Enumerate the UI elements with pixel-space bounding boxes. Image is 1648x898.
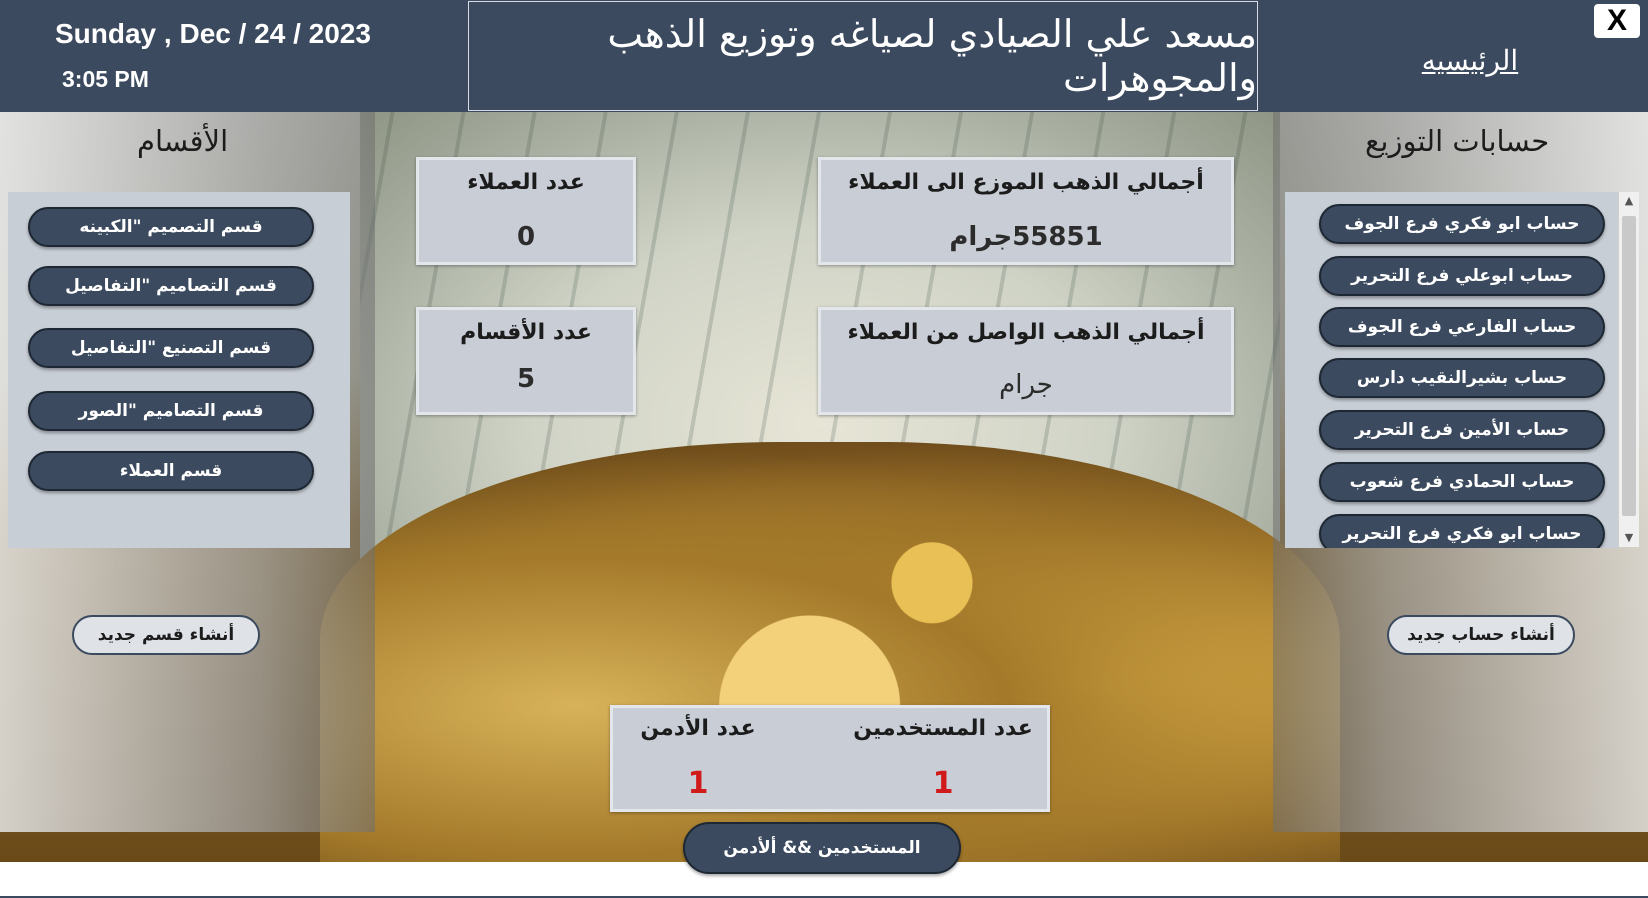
sections-list-panel: قسم التصميم "الكبينه قسم التصاميم "التفا…: [8, 192, 350, 548]
gold-distributed-card: أجمالي الذهب الموزع الى العملاء 55851جرا…: [818, 157, 1234, 265]
section-item[interactable]: قسم العملاء: [28, 451, 314, 491]
section-item[interactable]: قسم التصنيع "التفاصيل: [28, 328, 314, 368]
app-title: مسعد علي الصيادي لصياغه وتوزيع الذهب وال…: [468, 1, 1258, 111]
gold-distributed-label: أجمالي الذهب الموزع الى العملاء: [848, 170, 1204, 195]
scroll-down-arrow-icon[interactable]: ▼: [1619, 529, 1639, 547]
section-item[interactable]: قسم التصاميم "التفاصيل: [28, 266, 314, 306]
account-item[interactable]: حساب الأمين فرع التحرير: [1319, 410, 1605, 450]
users-count-label: عدد المستخدمين: [853, 716, 1033, 741]
scroll-up-arrow-icon[interactable]: ▲: [1619, 192, 1639, 210]
account-item[interactable]: حساب بشيرالنقيب دارس: [1319, 358, 1605, 398]
section-item[interactable]: قسم التصميم "الكبينه: [28, 207, 314, 247]
admins-count-label: عدد الأدمن: [640, 716, 756, 741]
account-item[interactable]: حساب ابو فكري فرع التحرير: [1319, 514, 1605, 548]
sections-title: الأقسام: [137, 124, 229, 158]
sections-count-label: عدد الأقسام: [460, 320, 592, 345]
account-item[interactable]: حساب ابو فكري فرع الجوف: [1319, 204, 1605, 244]
gold-distributed-value: 55851جرام: [949, 222, 1103, 252]
sections-count-card: عدد الأقسام 5: [416, 307, 636, 415]
users-count-value: 1: [932, 766, 954, 801]
current-time: 3:05 PM: [62, 66, 149, 92]
clients-count-label: عدد العملاء: [467, 170, 585, 195]
accounts-title: حسابات التوزيع: [1365, 124, 1550, 158]
gold-received-value: جرام: [999, 370, 1053, 400]
sections-count-value: 5: [516, 364, 536, 394]
account-item[interactable]: حساب الفارعي فرع الجوف: [1319, 307, 1605, 347]
admins-count-value: 1: [687, 766, 709, 801]
section-item[interactable]: قسم التصاميم "الصور: [28, 391, 314, 431]
accounts-list-panel: حساب ابو فكري فرع الجوف حساب ابوعلي فرع …: [1285, 192, 1618, 548]
account-item[interactable]: حساب الحمادي فرع شعوب: [1319, 462, 1605, 502]
header-bar: Sunday , Dec / 24 / 2023 3:05 PM مسعد عل…: [0, 0, 1648, 112]
account-item[interactable]: حساب ابوعلي فرع التحرير: [1319, 256, 1605, 296]
gold-received-label: أجمالي الذهب الواصل من العملاء: [847, 320, 1205, 345]
new-account-button[interactable]: أنشاء حساب جديد: [1387, 615, 1575, 655]
current-date: Sunday , Dec / 24 / 2023: [55, 18, 371, 49]
gold-received-card: أجمالي الذهب الواصل من العملاء جرام: [818, 307, 1234, 415]
home-link[interactable]: الرئيسيه: [1400, 44, 1540, 77]
close-button[interactable]: X: [1594, 4, 1640, 38]
scrollbar-thumb[interactable]: [1622, 216, 1636, 516]
clients-count-card: عدد العملاء 0: [416, 157, 636, 265]
users-admins-button[interactable]: المستخدمين && ألأدمن: [683, 822, 961, 874]
accounts-scrollbar[interactable]: ▲ ▼: [1618, 192, 1639, 547]
new-section-button[interactable]: أنشاء قسم جديد: [72, 615, 260, 655]
users-admins-card: عدد المستخدمين 1 عدد الأدمن 1: [610, 705, 1050, 812]
clients-count-value: 0: [516, 222, 536, 252]
app-title-text: مسعد علي الصيادي لصياغه وتوزيع الذهب وال…: [607, 12, 1257, 100]
